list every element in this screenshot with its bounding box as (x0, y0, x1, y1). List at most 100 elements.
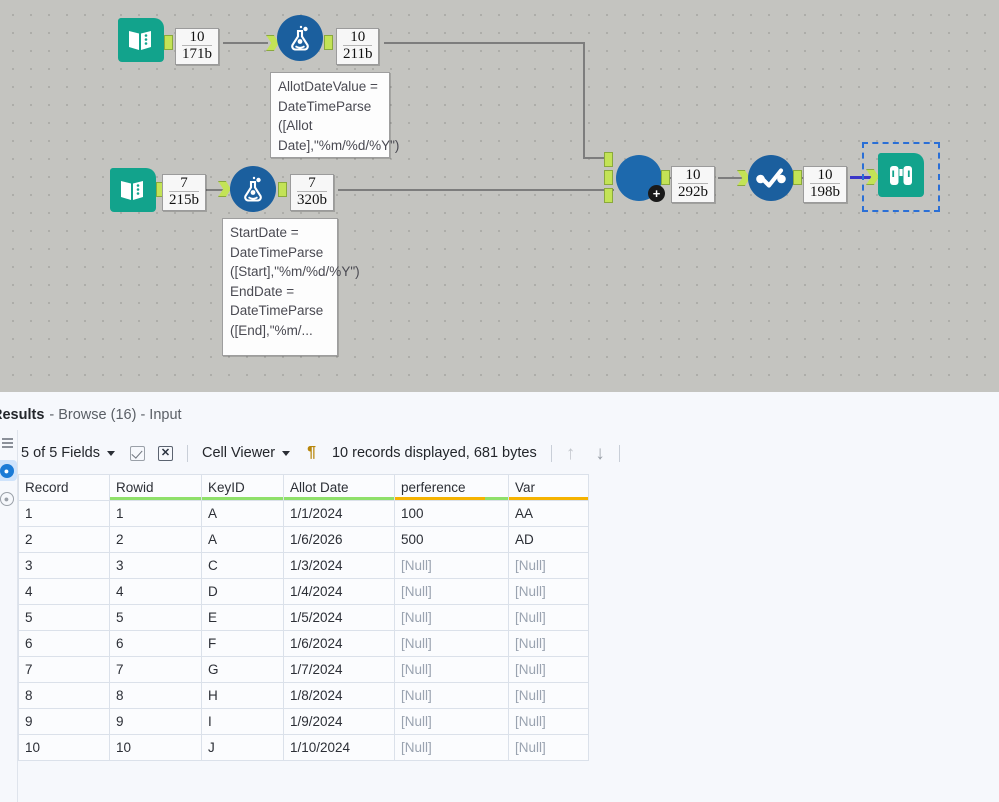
cell-var[interactable]: AD (509, 527, 589, 553)
cell-keyid[interactable]: I (202, 709, 284, 735)
table-row[interactable]: 33C1/3/2024[Null][Null] (19, 553, 589, 579)
workflow-canvas[interactable]: 10 171b 10 211b AllotDateValue = DateTim… (0, 0, 999, 392)
browse-node-body[interactable] (878, 153, 924, 197)
cell-rowid[interactable]: 8 (110, 683, 202, 709)
cell-rowid[interactable]: 4 (110, 579, 202, 605)
column-header-perference[interactable]: perference (395, 475, 509, 501)
cell-var[interactable]: [Null] (509, 605, 589, 631)
record-chip-1[interactable]: 10 171b (175, 28, 219, 65)
cell-perference[interactable]: 500 (395, 527, 509, 553)
input-data-node-body[interactable] (118, 18, 164, 62)
cell-perference[interactable]: [Null] (395, 657, 509, 683)
cell-allot_date[interactable]: 1/7/2024 (284, 657, 395, 683)
table-row[interactable]: 44D1/4/2024[Null][Null] (19, 579, 589, 605)
fields-dropdown[interactable]: 5 of 5 Fields (18, 436, 121, 470)
cell-var[interactable]: [Null] (509, 579, 589, 605)
join-input-right-nub[interactable] (604, 188, 613, 203)
cell-perference[interactable]: [Null] (395, 605, 509, 631)
cell-keyid[interactable]: G (202, 657, 284, 683)
output-nub-input1[interactable] (164, 35, 173, 50)
hamburger-icon[interactable] (0, 436, 16, 453)
input-data-node-body[interactable] (110, 168, 156, 212)
cell-perference[interactable]: [Null] (395, 735, 509, 761)
cell-record[interactable]: 3 (19, 553, 110, 579)
cell-rowid[interactable]: 5 (110, 605, 202, 631)
data-cleansing-node-body[interactable] (748, 155, 794, 201)
cell-rowid[interactable]: 1 (110, 501, 202, 527)
cell-var[interactable]: [Null] (509, 631, 589, 657)
rail-button-metadata[interactable]: ● (0, 488, 17, 509)
show-whitespace-button[interactable]: ¶ (304, 436, 319, 470)
cell-keyid[interactable]: H (202, 683, 284, 709)
cell-var[interactable]: [Null] (509, 553, 589, 579)
select-output-nub[interactable] (793, 170, 802, 185)
table-row[interactable]: 55E1/5/2024[Null][Null] (19, 605, 589, 631)
cell-rowid[interactable]: 10 (110, 735, 202, 761)
cell-keyid[interactable]: E (202, 605, 284, 631)
cell-perference[interactable]: 100 (395, 501, 509, 527)
cell-record[interactable]: 2 (19, 527, 110, 553)
results-grid[interactable]: Record Rowid KeyID Allot Date (18, 474, 589, 761)
cell-keyid[interactable]: A (202, 527, 284, 553)
column-header-record[interactable]: Record (19, 475, 110, 501)
table-row[interactable]: 88H1/8/2024[Null][Null] (19, 683, 589, 709)
join-node-body[interactable]: + (616, 155, 662, 201)
table-row[interactable]: 1010J1/10/2024[Null][Null] (19, 735, 589, 761)
cell-perference[interactable]: [Null] (395, 553, 509, 579)
table-row[interactable]: 77G1/7/2024[Null][Null] (19, 657, 589, 683)
join-output-nub[interactable] (661, 170, 670, 185)
cell-var[interactable]: AA (509, 501, 589, 527)
node-formula-2[interactable] (230, 166, 276, 212)
cell-var[interactable]: [Null] (509, 683, 589, 709)
column-header-allot-date[interactable]: Allot Date (284, 475, 395, 501)
record-chip-2[interactable]: 10 211b (336, 28, 379, 65)
deselect-all-fields-button[interactable]: ✕ (155, 436, 176, 470)
table-row[interactable]: 66F1/6/2024[Null][Null] (19, 631, 589, 657)
cell-allot_date[interactable]: 1/3/2024 (284, 553, 395, 579)
cell-record[interactable]: 7 (19, 657, 110, 683)
formula-node-body[interactable] (230, 166, 276, 212)
output-nub-formula2[interactable] (278, 182, 287, 197)
cell-record[interactable]: 10 (19, 735, 110, 761)
table-row[interactable]: 99I1/9/2024[Null][Null] (19, 709, 589, 735)
cell-var[interactable]: [Null] (509, 735, 589, 761)
cell-var[interactable]: [Null] (509, 709, 589, 735)
cell-allot_date[interactable]: 1/4/2024 (284, 579, 395, 605)
node-join[interactable]: + (616, 155, 662, 201)
record-chip-3[interactable]: 7 215b (162, 174, 206, 211)
cell-perference[interactable]: [Null] (395, 631, 509, 657)
cell-allot_date[interactable]: 1/1/2024 (284, 501, 395, 527)
formula-node-body[interactable] (277, 15, 323, 61)
prev-record-button[interactable]: ↑ (563, 436, 579, 470)
record-chip-4[interactable]: 7 320b (290, 174, 334, 211)
cell-record[interactable]: 8 (19, 683, 110, 709)
node-browse[interactable] (878, 153, 924, 197)
join-input-join-nub[interactable] (604, 170, 613, 185)
cell-perference[interactable]: [Null] (395, 683, 509, 709)
cell-rowid[interactable]: 9 (110, 709, 202, 735)
cell-rowid[interactable]: 6 (110, 631, 202, 657)
cell-allot_date[interactable]: 1/9/2024 (284, 709, 395, 735)
column-header-keyid[interactable]: KeyID (202, 475, 284, 501)
table-row[interactable]: 22A1/6/2026500AD (19, 527, 589, 553)
cell-rowid[interactable]: 2 (110, 527, 202, 553)
column-header-var[interactable]: Var (509, 475, 589, 501)
column-header-rowid[interactable]: Rowid (110, 475, 202, 501)
cell-allot_date[interactable]: 1/8/2024 (284, 683, 395, 709)
cell-allot_date[interactable]: 1/6/2024 (284, 631, 395, 657)
join-input-left-nub[interactable] (604, 152, 613, 167)
cell-viewer-dropdown[interactable]: Cell Viewer (199, 436, 296, 470)
table-row[interactable]: 11A1/1/2024100AA (19, 501, 589, 527)
select-all-fields-button[interactable] (127, 436, 148, 470)
next-record-button[interactable]: ↓ (592, 436, 608, 470)
record-chip-5[interactable]: 10 292b (671, 166, 715, 203)
record-chip-6[interactable]: 10 198b (803, 166, 847, 203)
output-nub-formula1[interactable] (324, 35, 333, 50)
node-formula-1[interactable] (277, 15, 323, 61)
rail-button-data[interactable]: ● (0, 460, 17, 481)
cell-perference[interactable]: [Null] (395, 579, 509, 605)
node-input-data-2[interactable] (110, 168, 156, 212)
cell-rowid[interactable]: 7 (110, 657, 202, 683)
cell-var[interactable]: [Null] (509, 657, 589, 683)
cell-record[interactable]: 4 (19, 579, 110, 605)
